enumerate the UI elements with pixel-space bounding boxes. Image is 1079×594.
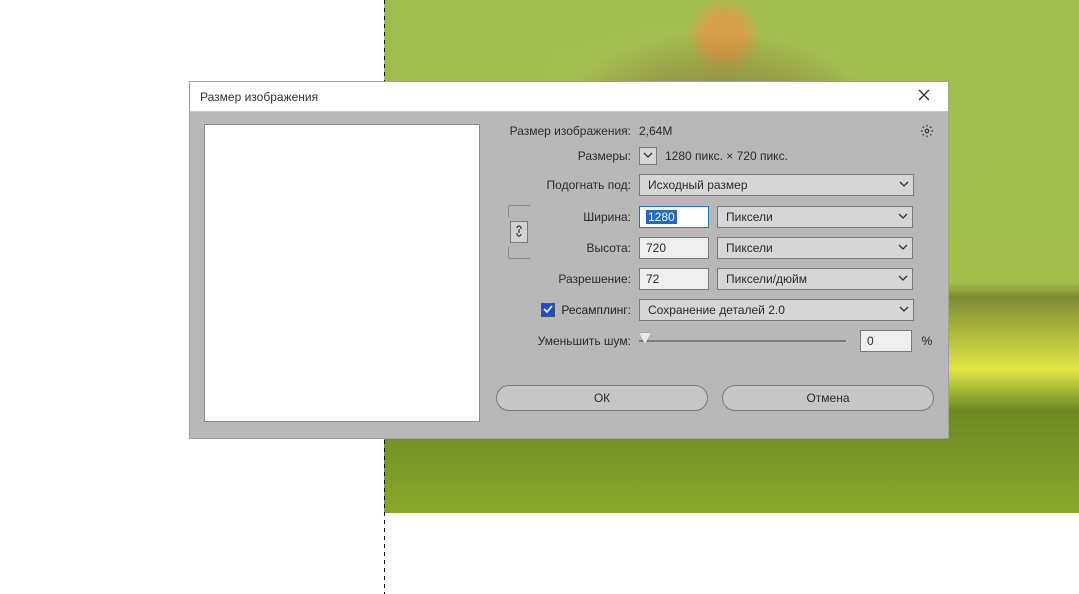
dialog-title: Размер изображения [200,90,318,104]
noise-value: 0 [867,334,874,348]
resolution-input[interactable]: 72 [639,268,709,290]
fit-to-label: Подогнать под: [496,178,631,192]
dimensions-value: 1280 пикс. × 720 пикс. [665,149,788,163]
cancel-label: Отмена [806,391,849,405]
gear-icon [920,127,934,141]
ok-button[interactable]: ОК [496,385,708,411]
chevron-down-icon [898,210,908,224]
width-unit-value: Пиксели [726,210,773,224]
form-area: Размер изображения: 2,64M Размеры: 1280 … [496,124,934,422]
resample-value: Сохранение деталей 2.0 [648,303,785,317]
chevron-down-icon [899,303,909,317]
fit-to-select[interactable]: Исходный размер [639,174,914,196]
resolution-unit-select[interactable]: Пиксели/дюйм [717,268,913,290]
slider-track [639,340,846,342]
resample-select[interactable]: Сохранение деталей 2.0 [639,299,914,321]
constrain-proportions[interactable] [508,205,530,259]
image-size-value: 2,64M [639,124,672,138]
image-size-label: Размер изображения: [496,124,631,138]
chevron-down-icon [899,178,909,192]
width-label: Ширина: [538,210,631,224]
noise-unit: % [920,334,934,348]
chevron-down-icon [898,272,908,286]
image-size-dialog: Размер изображения Размер изображения: 2… [189,81,949,439]
width-input[interactable]: 1280 [639,206,709,228]
noise-slider[interactable] [639,330,846,352]
resample-checkbox[interactable] [541,303,555,317]
close-button[interactable] [908,85,940,109]
dimensions-unit-toggle[interactable] [639,147,657,165]
settings-button[interactable] [920,124,934,141]
resolution-unit-value: Пиксели/дюйм [726,272,807,286]
dialog-body: Размер изображения: 2,64M Размеры: 1280 … [190,112,948,438]
noise-input[interactable]: 0 [860,330,912,352]
resolution-label: Разрешение: [496,272,631,286]
width-unit-select[interactable]: Пиксели [717,206,913,228]
noise-label: Уменьшить шум: [496,334,631,348]
chevron-down-icon [643,149,653,163]
height-value: 720 [646,241,666,255]
height-input[interactable]: 720 [639,237,709,259]
link-icon [514,224,524,241]
close-icon [918,89,930,104]
slider-thumb[interactable] [639,333,651,344]
fit-to-value: Исходный размер [648,178,748,192]
resolution-value: 72 [646,272,659,286]
check-icon [543,303,553,317]
chevron-down-icon [898,241,908,255]
titlebar: Размер изображения [190,82,948,112]
height-unit-value: Пиксели [726,241,773,255]
preview-thumbnail [204,124,480,422]
height-unit-select[interactable]: Пиксели [717,237,913,259]
dimensions-label: Размеры: [496,149,631,163]
resample-label: Ресамплинг: [561,303,631,317]
cancel-button[interactable]: Отмена [722,385,934,411]
width-value: 1280 [646,210,677,224]
height-label: Высота: [538,241,631,255]
ok-label: ОК [594,391,610,405]
